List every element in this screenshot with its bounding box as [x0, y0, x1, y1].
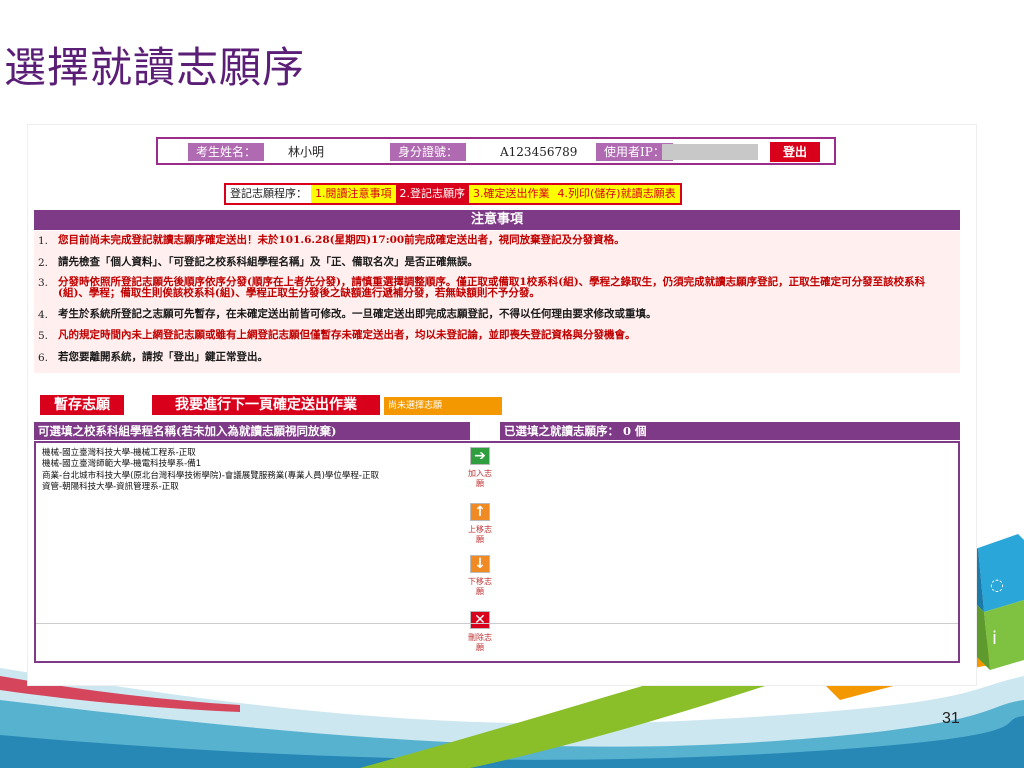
arrow-right-icon: ➔ — [474, 448, 486, 464]
steps-prefix: 登記志願程序： — [230, 187, 307, 200]
notice-number: 2. — [38, 257, 49, 269]
page-number: 31 — [942, 710, 960, 727]
move-down-label: 下移志願 — [468, 577, 492, 596]
move-up-label: 上移志願 — [468, 525, 492, 544]
choices-listbox: 機械-國立臺灣科技大學-機械工程系-正取 機械-國立臺灣師範大學-機電科技學系-… — [34, 441, 960, 663]
notice-text: 凡的規定時間內未上網登記志願或雖有上網登記志願但僅暫存未確定送出者，均以未登記論… — [58, 329, 636, 341]
notice-heading: 注意事項 — [34, 210, 960, 230]
move-down-button[interactable]: ↓ — [470, 555, 490, 573]
list-item[interactable]: 資管-朝陽科技大學-資訊管理系-正取 — [42, 482, 379, 493]
registration-steps: 登記志願程序： 1.閱讀注意事項 2.登記志願序 3.確定送出作業 4.列印(儲… — [224, 183, 682, 205]
step-3[interactable]: 3.確定送出作業 — [469, 185, 554, 203]
list-item[interactable]: 機械-國立臺灣師範大學-機電科技學系-備1 — [42, 459, 379, 470]
notice-text: 分發時依照所登記志願先後順序依序分發(順序在上者先分發)，請慎重選擇調整順序。僅… — [58, 276, 926, 299]
logout-button[interactable]: 登出 — [770, 142, 820, 162]
notice-number: 3. — [38, 277, 49, 289]
svg-text:◌: ◌ — [990, 575, 1004, 594]
ip-value-redacted — [662, 144, 758, 160]
save-draft-button[interactable]: 暫存志願 — [40, 395, 124, 415]
delete-choice-label: 刪除志願 — [468, 633, 492, 652]
svg-text:i: i — [992, 628, 997, 649]
notice-number: 5. — [38, 330, 49, 342]
arrow-down-icon: ↓ — [474, 556, 486, 572]
name-label: 考生姓名： — [188, 143, 265, 161]
available-list-header: 可選填之校系科組學程名稱(若未加入為就讀志願視同放棄) — [34, 422, 470, 440]
close-icon: ✕ — [474, 612, 486, 628]
delete-choice-button[interactable]: ✕ — [470, 611, 490, 629]
listbox-divider — [36, 623, 958, 624]
notice-number: 1. — [38, 235, 49, 247]
registration-panel: 考生姓名： 林小明 身分證號： A123456789 使用者IP： 登出 登記志… — [28, 125, 976, 685]
slide-title: 選擇就讀志願序 — [4, 43, 306, 92]
notice-text: 您目前尚未完成登記就讀志願序確定送出！未於101.6.28(星期四)17:00前… — [58, 234, 625, 246]
selected-list-header: 已選填之就讀志願序： 0 個 — [500, 422, 960, 440]
move-up-button[interactable]: ↑ — [470, 503, 490, 521]
notice-text: 若您要離開系統，請按「登出」鍵正常登出。 — [58, 351, 268, 363]
available-choices-list: 機械-國立臺灣科技大學-機械工程系-正取 機械-國立臺灣師範大學-機電科技學系-… — [42, 448, 379, 493]
step-4[interactable]: 4.列印(儲存)就讀志願表 — [553, 185, 680, 203]
list-item[interactable]: 商業-台北城市科技大學(原北台灣科學技術學院)-會議展覽服務業(專業人員)學位學… — [42, 471, 379, 482]
selection-status-badge: 尚未選擇志願 — [384, 397, 502, 415]
add-choice-label: 加入志願 — [468, 469, 492, 488]
add-choice-button[interactable]: ➔ — [470, 447, 490, 465]
list-item[interactable]: 機械-國立臺灣科技大學-機械工程系-正取 — [42, 448, 379, 459]
step-2[interactable]: 2.登記志願序 — [395, 185, 469, 203]
notice-text: 請先檢查「個人資料」、「可登記之校系科組學程名稱」及「正、備取名次」是否正確無誤… — [58, 256, 478, 268]
name-value: 林小明 — [288, 145, 325, 159]
notice-list: 1. 您目前尚未完成登記就讀志願序確定送出！未於101.6.28(星期四)17:… — [34, 231, 960, 373]
notice-number: 4. — [38, 309, 49, 321]
notice-number: 6. — [38, 352, 49, 364]
next-page-submit-button[interactable]: 我要進行下一頁確定送出作業 — [152, 395, 380, 415]
arrow-up-icon: ↑ — [474, 504, 486, 520]
id-value: A123456789 — [500, 145, 578, 159]
candidate-info-bar: 考生姓名： 林小明 身分證號： A123456789 使用者IP： 登出 — [156, 137, 836, 165]
step-1[interactable]: 1.閱讀注意事項 — [311, 185, 396, 203]
id-label: 身分證號： — [390, 143, 467, 161]
notice-text: 考生於系統所登記之志願可先暫存，在未確定送出前皆可修改。一旦確定送出即完成志願登… — [58, 308, 657, 320]
